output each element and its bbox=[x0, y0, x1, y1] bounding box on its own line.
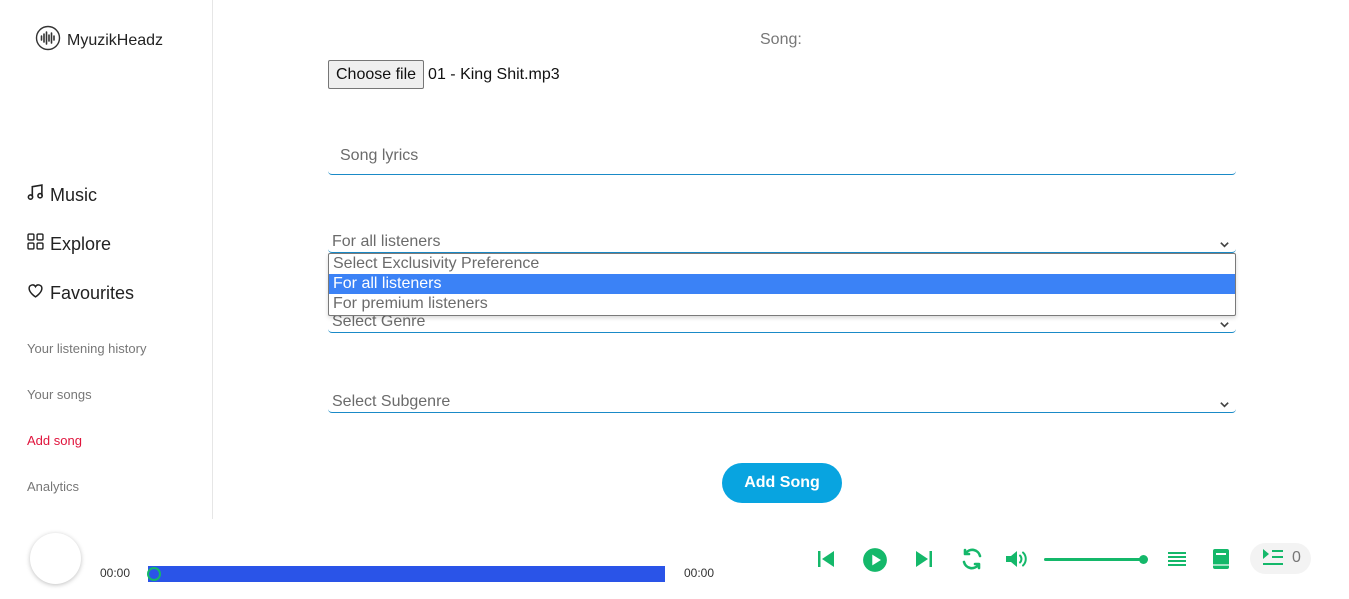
exclusivity-dropdown-list: Select Exclusivity Preference For all li… bbox=[328, 253, 1236, 316]
previous-icon[interactable] bbox=[814, 547, 838, 571]
genre-select[interactable]: Select Genre bbox=[328, 313, 1236, 333]
repeat-icon[interactable] bbox=[960, 547, 984, 571]
duration-time: 00:00 bbox=[684, 566, 715, 580]
sidebar-item-favourites[interactable]: Favourites bbox=[27, 282, 134, 304]
dropdown-option-selected[interactable]: For all listeners bbox=[329, 274, 1235, 294]
queue-count: 0 bbox=[1292, 549, 1301, 566]
sidebar-item-add-song[interactable]: Add song bbox=[27, 433, 146, 448]
add-song-button[interactable]: Add Song bbox=[722, 463, 842, 503]
sidebar-item-analytics[interactable]: Analytics bbox=[27, 479, 146, 494]
file-picker: Choose file 01 - King Shit.mp3 bbox=[328, 60, 560, 89]
exclusivity-select-value: For all listeners bbox=[332, 233, 441, 250]
player-bar: 00:00 00:00 0 bbox=[0, 519, 1349, 599]
choose-file-button[interactable]: Choose file bbox=[328, 60, 425, 89]
volume-slider[interactable] bbox=[1044, 555, 1148, 564]
sidebar-item-listening-history[interactable]: Your listening history bbox=[27, 341, 146, 356]
app: MyuzikHeadz Music Explore Favourites You… bbox=[0, 0, 1349, 599]
dropdown-option[interactable]: Select Exclusivity Preference bbox=[329, 254, 1235, 274]
grid-icon bbox=[27, 233, 44, 255]
dropdown-option[interactable]: For premium listeners bbox=[329, 294, 1235, 314]
sidebar-item-explore[interactable]: Explore bbox=[27, 233, 134, 255]
progress-bar[interactable] bbox=[147, 566, 665, 582]
secondary-nav: Your listening history Your songs Add so… bbox=[27, 341, 146, 525]
main-nav: Music Explore Favourites bbox=[27, 184, 134, 331]
volume-icon[interactable] bbox=[1004, 547, 1028, 571]
heart-icon bbox=[27, 282, 44, 304]
play-icon[interactable] bbox=[862, 547, 887, 572]
add-song-form: Song: Choose file 01 - King Shit.mp3 For… bbox=[214, 0, 1349, 519]
track-cover[interactable] bbox=[30, 533, 81, 584]
selected-file-name: 01 - King Shit.mp3 bbox=[428, 65, 560, 83]
song-label: Song: bbox=[760, 31, 802, 48]
next-icon[interactable] bbox=[912, 547, 936, 571]
exclusivity-select[interactable]: For all listeners bbox=[328, 233, 1236, 253]
lyrics-book-icon[interactable] bbox=[1210, 547, 1234, 571]
queue-icon bbox=[1262, 548, 1284, 573]
sidebar-item-label: Favourites bbox=[50, 282, 135, 303]
brand-name: MyuzikHeadz bbox=[67, 31, 164, 49]
subgenre-select-value: Select Subgenre bbox=[332, 393, 451, 410]
sidebar-item-label: Music bbox=[50, 184, 98, 205]
sidebar-item-label: Explore bbox=[50, 233, 112, 254]
volume-knob[interactable] bbox=[1139, 555, 1148, 564]
music-note-icon bbox=[27, 184, 44, 206]
waveform-logo-icon bbox=[35, 25, 61, 56]
sidebar-item-your-songs[interactable]: Your songs bbox=[27, 387, 146, 402]
list-icon[interactable] bbox=[1166, 547, 1190, 571]
song-lyrics-input[interactable] bbox=[328, 137, 1236, 175]
queue-button[interactable]: 0 bbox=[1250, 543, 1311, 574]
chevron-down-icon bbox=[1219, 397, 1230, 415]
subgenre-select[interactable]: Select Subgenre bbox=[328, 393, 1236, 413]
sidebar: MyuzikHeadz Music Explore Favourites You… bbox=[0, 0, 213, 519]
current-time: 00:00 bbox=[100, 566, 131, 580]
chevron-down-icon bbox=[1219, 317, 1230, 335]
sidebar-item-music[interactable]: Music bbox=[27, 184, 134, 206]
brand[interactable]: MyuzikHeadz bbox=[35, 25, 163, 56]
progress-knob[interactable] bbox=[147, 567, 161, 581]
